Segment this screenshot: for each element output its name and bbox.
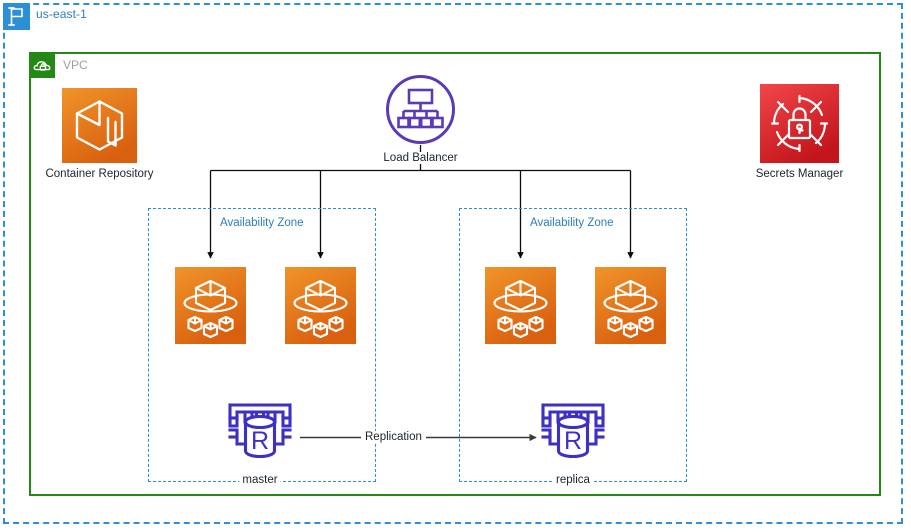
architecture-diagram: us-east-1 VPC Container Repository Load … — [0, 0, 911, 532]
vpc-cloud-lock-icon — [31, 54, 55, 78]
rds-database-icon: R — [221, 396, 299, 474]
svg-text:R: R — [251, 427, 269, 455]
svg-text:R: R — [564, 427, 582, 455]
node-database-replica[interactable]: R replica — [534, 396, 612, 486]
node-database-master[interactable]: R master — [221, 396, 299, 486]
ecs-task-icon — [595, 267, 666, 344]
availability-zone-2-label: Availability Zone — [526, 217, 618, 229]
node-container-repository[interactable]: Container Repository — [42, 88, 157, 180]
container-repository-icon — [62, 88, 137, 163]
rds-database-icon: R — [534, 396, 612, 474]
region-label: us-east-1 — [36, 7, 87, 21]
region-flag-icon — [3, 3, 30, 30]
ecs-task-az2-1[interactable] — [485, 267, 556, 344]
availability-zone-1-label: Availability Zone — [216, 217, 308, 229]
container-repository-label: Container Repository — [42, 168, 157, 180]
load-balancer-label: Load Balancer — [380, 152, 461, 164]
ecs-task-icon — [285, 267, 356, 344]
ecs-task-az1-2[interactable] — [285, 267, 356, 344]
node-load-balancer[interactable]: Load Balancer — [380, 74, 461, 164]
ecs-task-icon — [175, 267, 246, 344]
ecs-task-az1-1[interactable] — [175, 267, 246, 344]
ecs-task-icon — [485, 267, 556, 344]
database-replica-label: replica — [553, 474, 593, 486]
load-balancer-icon — [385, 74, 456, 145]
ecs-task-az2-2[interactable] — [595, 267, 666, 344]
secrets-manager-label: Secrets Manager — [752, 168, 847, 180]
secrets-manager-icon — [760, 84, 839, 163]
replication-edge-label: Replication — [361, 431, 426, 443]
database-master-label: master — [239, 474, 281, 486]
node-secrets-manager[interactable]: Secrets Manager — [752, 84, 847, 180]
vpc-label: VPC — [63, 58, 88, 72]
